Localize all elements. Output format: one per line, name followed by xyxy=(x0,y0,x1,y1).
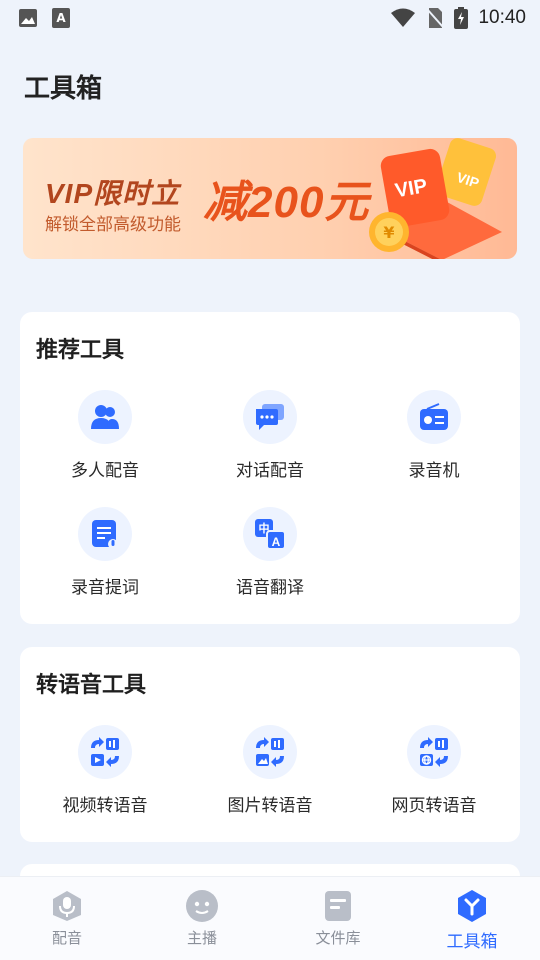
tool-label: 网页转语音 xyxy=(391,796,477,816)
video-to-audio-icon xyxy=(78,725,132,779)
coin-symbol: ¥ xyxy=(383,223,394,242)
tool-label: 对话配音 xyxy=(236,461,304,481)
tool-voice-translate[interactable]: 中 A 语音翻译 xyxy=(190,507,350,598)
status-time: 10:40 xyxy=(478,7,526,28)
tab-label: 配音 xyxy=(51,929,82,947)
image-to-audio-icon xyxy=(243,725,297,779)
status-bar: A 10:40 xyxy=(0,0,540,36)
svg-text:A: A xyxy=(56,11,66,25)
tab-label-active: 工具箱 xyxy=(446,932,498,952)
vip-art-icon: VIP VIP ¥ xyxy=(369,138,502,259)
section-title-tts: 转语音工具 xyxy=(36,673,147,698)
wifi-icon xyxy=(391,8,416,27)
tool-label: 录音机 xyxy=(408,461,460,481)
tab-toolbox[interactable]: 工具箱 xyxy=(422,889,522,952)
tts-tools-card: 转语音工具 视频转语音 图片转语音 网页转语音 xyxy=(20,647,520,842)
people-icon xyxy=(78,390,132,444)
svg-text:A: A xyxy=(272,535,281,549)
banner-promo: 减200元 xyxy=(203,178,370,227)
tab-dubbing[interactable]: 配音 xyxy=(17,889,117,948)
tool-dialogue-voice[interactable]: 对话配音 xyxy=(190,390,350,481)
no-sim-icon xyxy=(426,8,445,28)
radio-icon xyxy=(407,390,461,444)
tool-multi-voice[interactable]: 多人配音 xyxy=(25,390,185,481)
tab-file-library[interactable]: 文件库 xyxy=(288,889,388,948)
tab-label: 文件库 xyxy=(315,929,361,947)
bottom-tab-bar: 配音 主播 文件库 工具箱 xyxy=(0,876,540,960)
face-icon xyxy=(186,890,218,922)
banner-headline: VIP限时立 xyxy=(45,178,181,209)
section-title-recommended: 推荐工具 xyxy=(36,338,125,363)
tool-video-to-audio[interactable]: 视频转语音 xyxy=(25,725,185,816)
tool-label: 录音提词 xyxy=(71,578,139,598)
tab-anchor[interactable]: 主播 xyxy=(152,889,252,948)
recommended-tools-card: 推荐工具 多人配音 对话配音 录音机 录音提词 中 A 语音翻译 xyxy=(20,312,520,624)
vip-promo-banner[interactable]: VIP限时立 减200元 解锁全部高级功能 VIP VIP ¥ xyxy=(23,138,517,259)
banner-subtitle: 解锁全部高级功能 xyxy=(45,215,181,235)
tool-web-to-audio[interactable]: 网页转语音 xyxy=(354,725,514,816)
font-a-icon: A xyxy=(52,8,70,28)
tool-label: 图片转语音 xyxy=(227,796,313,816)
image-icon xyxy=(19,9,37,27)
tool-teleprompter[interactable]: 录音提词 xyxy=(25,507,185,598)
translate-icon: 中 A xyxy=(243,507,297,561)
chat-icon xyxy=(243,390,297,444)
tool-label: 视频转语音 xyxy=(62,796,148,816)
script-mic-icon xyxy=(78,507,132,561)
toolbox-icon xyxy=(458,890,486,922)
folder-icon xyxy=(325,891,351,921)
tool-label: 多人配音 xyxy=(71,461,139,481)
battery-charging-icon xyxy=(454,7,469,29)
tool-label: 语音翻译 xyxy=(236,578,304,598)
tool-image-to-audio[interactable]: 图片转语音 xyxy=(190,725,350,816)
svg-text:中: 中 xyxy=(259,521,270,535)
mic-icon xyxy=(53,891,81,921)
tool-recorder[interactable]: 录音机 xyxy=(354,390,514,481)
web-to-audio-icon xyxy=(407,725,461,779)
page-title: 工具箱 xyxy=(24,74,103,104)
tab-label: 主播 xyxy=(186,929,217,947)
